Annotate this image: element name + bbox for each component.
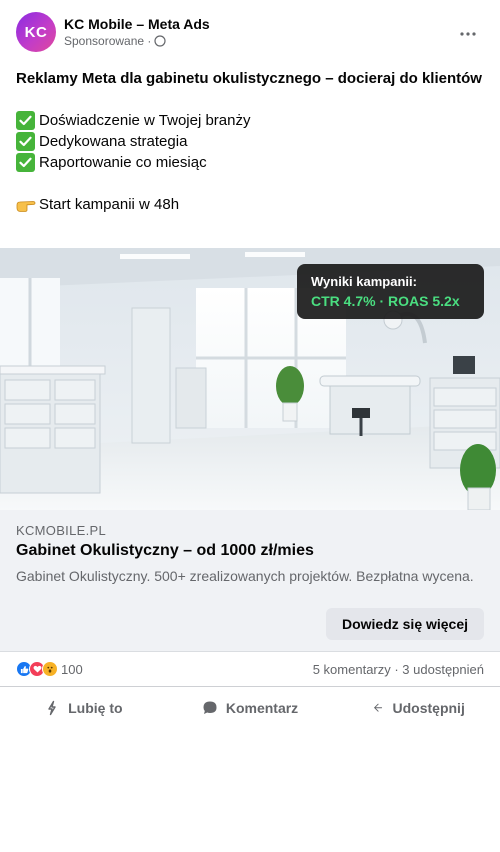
benefit-label: Dedykowana strategia bbox=[39, 133, 188, 150]
benefit-item: Doświadczenie w Twojej branży bbox=[16, 110, 486, 131]
post-title: Reklamy Meta dla gabinetu okulistycznego… bbox=[16, 70, 482, 87]
page-name-link[interactable]: KC Mobile – Meta Ads bbox=[64, 16, 210, 32]
check-mark-icon bbox=[16, 132, 35, 151]
results-label: Wyniki kampanii: bbox=[311, 274, 417, 289]
benefit-label: Raportowanie co miesiąc bbox=[39, 154, 207, 171]
link-title[interactable]: Gabinet Okulistyczny – od 1000 zł/mies bbox=[16, 542, 314, 560]
cta-line-text: Start kampanii w 48h bbox=[39, 196, 180, 213]
campaign-results-overlay: Wyniki kampanii: CTR 4.7% · ROAS 5.2x bbox=[297, 264, 484, 319]
engagement-stats: 100 5 komentarzy · 3 udostępnień bbox=[0, 652, 500, 687]
like-button[interactable]: Lubię to bbox=[0, 688, 167, 728]
thumbs-up-icon bbox=[48, 700, 56, 716]
check-mark-icon bbox=[16, 111, 35, 130]
reaction-count: 100 bbox=[61, 661, 83, 677]
speech-bubble-icon bbox=[203, 701, 217, 714]
comment-label: Komentarz bbox=[225, 700, 299, 716]
share-button[interactable]: Udostępnij bbox=[333, 688, 500, 728]
like-label: Lubię to bbox=[68, 700, 123, 716]
check-mark-icon bbox=[16, 153, 35, 172]
avatar[interactable]: KC bbox=[16, 12, 56, 52]
benefit-item: Dedykowana strategia bbox=[16, 131, 486, 152]
link-description: Gabinet Okulistyczny. 500+ zrealizowanyc… bbox=[16, 568, 474, 584]
sponsored-line: Sponsorowane · bbox=[64, 34, 166, 48]
link-preview[interactable]: KCMOBILE.PL Gabinet Okulistyczny – od 10… bbox=[0, 510, 500, 652]
results-value: CTR 4.7% · ROAS 5.2x bbox=[311, 293, 460, 309]
post-header: KC KC Mobile – Meta Ads Sponsorowane · bbox=[0, 0, 500, 64]
post-actions: Lubię to Komentarz Udostępnij bbox=[0, 688, 500, 728]
benefit-item: Raportowanie co miesiąc bbox=[16, 152, 486, 173]
pointing-hand-icon bbox=[16, 197, 36, 213]
share-arrow-icon bbox=[373, 703, 382, 712]
comments-shares-count[interactable]: 5 komentarzy · 3 udostępnień bbox=[313, 662, 484, 677]
reactions-summary[interactable]: 100 bbox=[16, 661, 83, 677]
link-domain: KCMOBILE.PL bbox=[16, 523, 106, 538]
learn-more-button[interactable]: Dowiedz się więcej bbox=[326, 608, 484, 640]
wow-reaction-icon bbox=[42, 661, 58, 677]
cta-line: Start kampanii w 48h bbox=[16, 194, 486, 215]
benefit-label: Doświadczenie w Twojej branży bbox=[39, 112, 251, 129]
more-options-icon[interactable] bbox=[456, 24, 480, 44]
share-label: Udostępnij bbox=[392, 700, 465, 716]
comment-button[interactable]: Komentarz bbox=[167, 688, 334, 728]
globe-icon[interactable] bbox=[154, 35, 166, 47]
post-text: Reklamy Meta dla gabinetu okulistycznego… bbox=[16, 68, 486, 215]
sponsored-label: Sponsorowane · bbox=[64, 34, 152, 48]
